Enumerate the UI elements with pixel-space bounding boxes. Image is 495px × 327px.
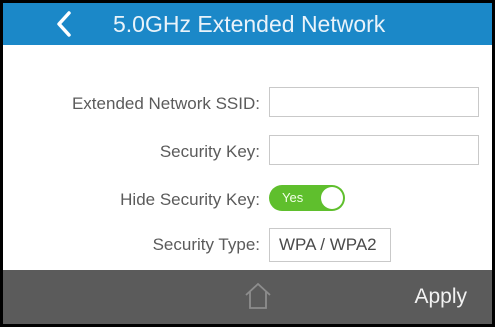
chevron-left-icon[interactable]: [51, 10, 79, 38]
ssid-row: Extended Network SSID:: [3, 87, 492, 123]
security-type-row: Security Type: WPA / WPA2: [3, 228, 492, 264]
footer-bar: Apply: [3, 270, 492, 324]
header-bar: 5.0GHz Extended Network: [3, 3, 492, 45]
toggle-knob: [321, 187, 343, 209]
page-title: 5.0GHz Extended Network: [113, 11, 386, 37]
home-icon[interactable]: [243, 281, 273, 311]
hide-key-row: Hide Security Key: Yes: [3, 183, 492, 219]
security-type-label: Security Type:: [152, 235, 260, 254]
ssid-label: Extended Network SSID:: [71, 94, 260, 113]
hide-key-label: Hide Security Key:: [120, 190, 260, 209]
device-screen: 5.0GHz Extended Network Extended Network…: [0, 0, 495, 327]
apply-button[interactable]: Apply: [414, 285, 467, 309]
security-key-row: Security Key:: [3, 135, 492, 171]
hide-key-toggle[interactable]: Yes: [269, 185, 345, 211]
settings-form: Extended Network SSID: Security Key: Hid…: [3, 45, 492, 270]
security-type-select[interactable]: WPA / WPA2: [269, 228, 391, 262]
security-key-input[interactable]: [269, 135, 479, 165]
ssid-input[interactable]: [269, 87, 479, 117]
toggle-state-label: Yes: [282, 190, 304, 205]
security-key-label: Security Key:: [159, 142, 260, 161]
